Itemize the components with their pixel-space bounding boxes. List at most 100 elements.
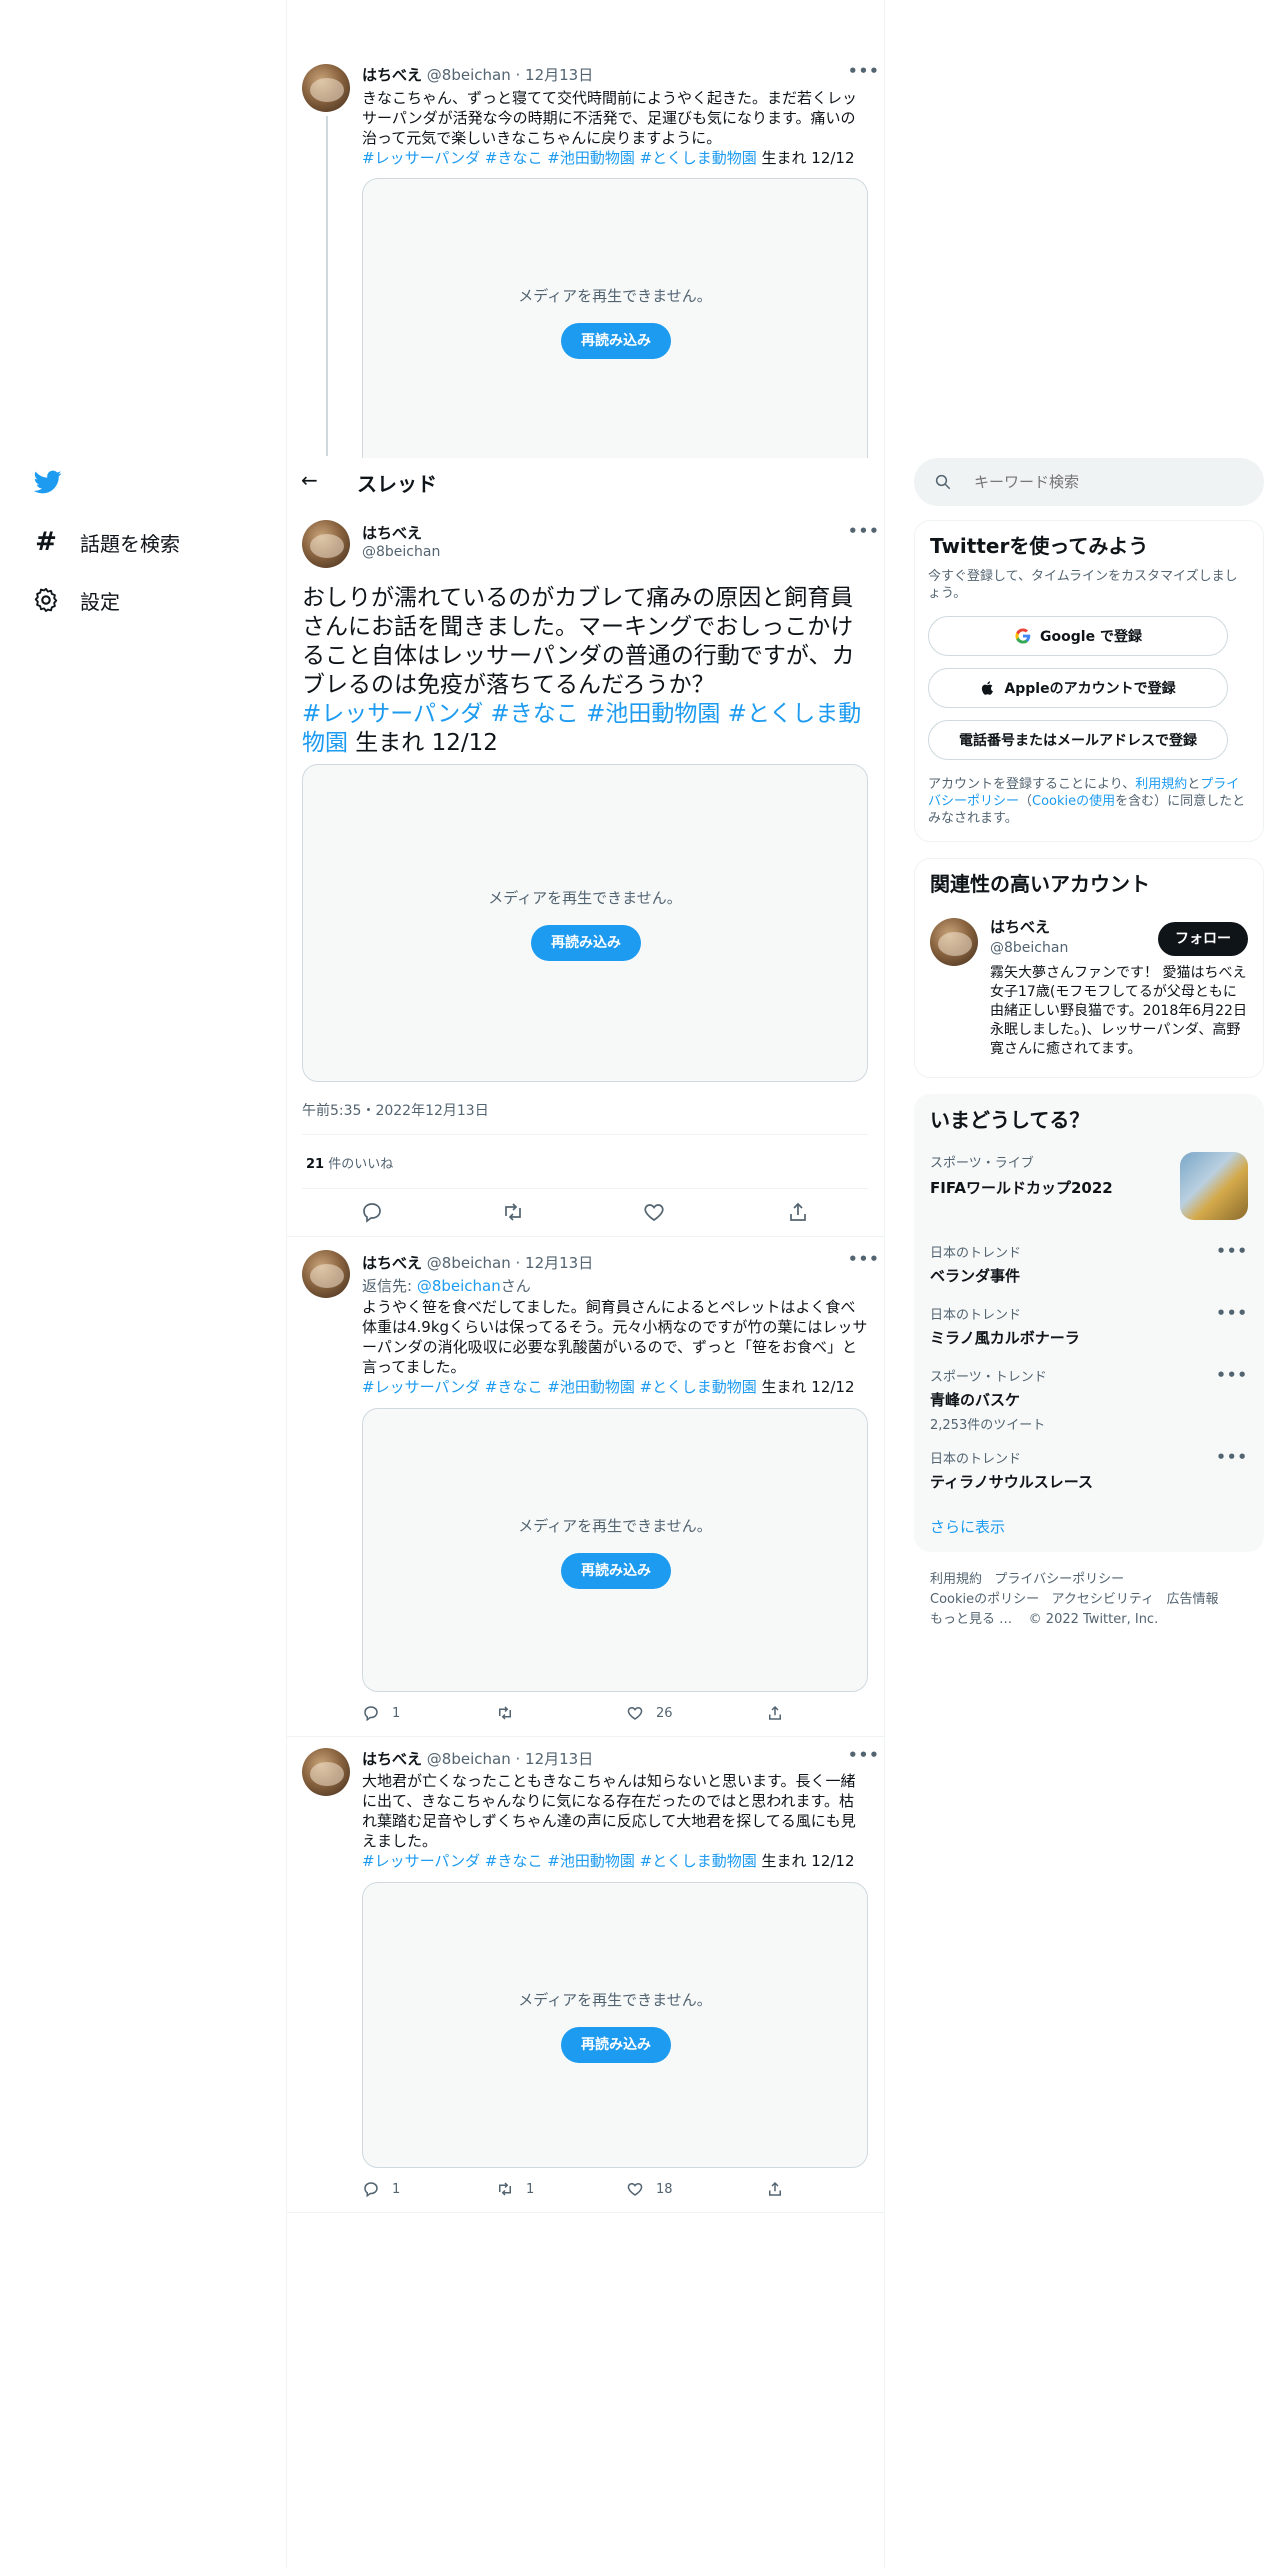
like-button[interactable]: 26: [626, 1704, 673, 1722]
twitter-bird-icon: [33, 470, 62, 494]
retweet-button[interactable]: [496, 1704, 526, 1722]
hashtag-links[interactable]: #レッサーパンダ #きなこ #池田動物園 #とくしま動物園: [362, 1852, 757, 1870]
more-icon[interactable]: •••: [1216, 1448, 1248, 1466]
tweet-header: はちべえ @8beichan · 12月13日: [362, 1748, 593, 1769]
reply-to-link[interactable]: @8beichan: [417, 1277, 501, 1295]
reload-button[interactable]: 再読み込み: [531, 925, 641, 961]
column-divider-right: [884, 0, 885, 2568]
terms-link[interactable]: 利用規約: [1135, 777, 1187, 792]
hashtag-links[interactable]: #レッサーパンダ #きなこ #池田動物園 #とくしま動物園: [362, 149, 757, 167]
more-icon[interactable]: •••: [1216, 1304, 1248, 1322]
reply-button[interactable]: 1: [362, 1704, 400, 1722]
more-icon[interactable]: •••: [848, 522, 880, 540]
avatar[interactable]: [302, 64, 350, 112]
signup-legal: アカウントを登録することにより、利用規約とプライバシーポリシー（Cookieの使…: [928, 776, 1248, 827]
footer: 利用規約 プライバシーポリシー Cookieのポリシー アクセシビリティ 広告情…: [930, 1570, 1260, 1630]
reply-action-bar: 1 26: [362, 1704, 868, 1726]
nav-settings[interactable]: 設定: [32, 582, 120, 618]
share-button[interactable]: [766, 1704, 784, 1726]
retweet-icon: [499, 1706, 511, 1720]
trend-item[interactable]: スポーツ・ライブ FIFAワールドカップ2022: [930, 1152, 1248, 1226]
more-icon[interactable]: •••: [1216, 1242, 1248, 1260]
google-logo-icon: [1015, 628, 1031, 644]
retweet-button[interactable]: 1: [496, 2180, 534, 2198]
tweet-date[interactable]: · 12月13日: [516, 1254, 594, 1272]
footer-accessibility-link[interactable]: アクセシビリティ: [1052, 1592, 1155, 1607]
tweet-tail: 生まれ 12/12: [756, 1378, 855, 1396]
more-icon[interactable]: •••: [1216, 1366, 1248, 1384]
reply-button[interactable]: 1: [362, 2180, 400, 2198]
trend-item[interactable]: 日本のトレンド ティラノサウルスレース •••: [930, 1448, 1248, 1498]
author-name[interactable]: はちべえ: [362, 66, 422, 84]
share-icon: [769, 2181, 781, 2196]
thread-line: [326, 116, 328, 456]
footer-more-link[interactable]: もっと見る …: [930, 1612, 1012, 1627]
related-account-handle[interactable]: @8beichan: [990, 940, 1068, 956]
trend-item[interactable]: 日本のトレンド ベランダ事件 •••: [930, 1242, 1248, 1292]
tweet-body: 大地君が亡くなったこともきなこちゃんは知らないと思います。長く一緒に出て、きなこ…: [362, 1772, 856, 1850]
search-input[interactable]: [974, 473, 1234, 491]
trend-item[interactable]: 日本のトレンド ミラノ風カルボナーラ •••: [930, 1304, 1248, 1354]
hashtag-icon: #: [35, 527, 57, 557]
like-button[interactable]: 18: [626, 2180, 673, 2198]
more-icon[interactable]: •••: [848, 62, 880, 80]
phone-email-signup-button[interactable]: 電話番号またはメールアドレスで登録: [928, 720, 1228, 760]
footer-terms-link[interactable]: 利用規約: [930, 1572, 982, 1587]
author-name[interactable]: はちべえ: [362, 522, 422, 543]
related-account-bio: 霧矢大夢さんファンです！ 愛猫はちべえ女子17歳(モフモフしてるが父母ともに由緒…: [990, 965, 1247, 1057]
media-error-text: メディアを再生できません。: [518, 1517, 712, 1535]
footer-cookie-link[interactable]: Cookieのポリシー: [930, 1592, 1039, 1607]
trend-item[interactable]: スポーツ・トレンド 青峰のバスケ 2,253件のツイート •••: [930, 1366, 1248, 1433]
tweet-tail: 生まれ 12/12: [756, 149, 855, 167]
trend-context: 日本のトレンド: [930, 1308, 1022, 1323]
footer-privacy-link[interactable]: プライバシーポリシー: [994, 1572, 1124, 1587]
hashtag-links[interactable]: #レッサーパンダ #きなこ #池田動物園 #とくしま動物園: [362, 1378, 757, 1396]
reload-button[interactable]: 再読み込み: [561, 323, 671, 359]
nav-explore[interactable]: # 話題を検索: [32, 524, 180, 560]
apple-signup-button[interactable]: Appleのアカウントで登録: [928, 668, 1228, 708]
related-title: 関連性の高いアカウント: [930, 872, 1150, 896]
reply-icon[interactable]: [360, 1200, 384, 1224]
share-icon[interactable]: [786, 1200, 810, 1224]
more-icon[interactable]: •••: [848, 1746, 880, 1764]
back-arrow-icon[interactable]: ←: [301, 468, 318, 492]
author-handle[interactable]: @8beichan: [427, 66, 511, 84]
follow-button[interactable]: フォロー: [1158, 922, 1248, 956]
author-handle[interactable]: @8beichan: [427, 1750, 511, 1768]
author-handle[interactable]: @8beichan: [362, 544, 440, 560]
author-name[interactable]: はちべえ: [362, 1254, 422, 1272]
search-box[interactable]: [914, 458, 1264, 506]
avatar[interactable]: [930, 918, 978, 966]
share-button[interactable]: [766, 2180, 784, 2202]
heart-icon[interactable]: [642, 1200, 666, 1224]
footer-copyright: © 2022 Twitter, Inc.: [1028, 1612, 1159, 1627]
reload-button[interactable]: 再読み込み: [561, 2027, 671, 2063]
author-name[interactable]: はちべえ: [362, 1750, 422, 1768]
tweet-timestamp[interactable]: 午前5:35・2022年12月13日: [302, 1100, 489, 1120]
twitter-home-link[interactable]: [32, 468, 64, 500]
media-error-text: メディアを再生できません。: [488, 889, 682, 907]
google-signup-button[interactable]: Google で登録: [928, 616, 1228, 656]
gear-icon: [34, 587, 58, 613]
trend-context: 日本のトレンド: [930, 1452, 1022, 1467]
more-icon[interactable]: •••: [848, 1250, 880, 1268]
likes-summary[interactable]: 21 件のいいね: [306, 1153, 393, 1172]
likes-label: 件のいいね: [324, 1157, 394, 1172]
tweet-date[interactable]: · 12月13日: [516, 1750, 594, 1768]
tweet-date[interactable]: · 12月13日: [516, 66, 594, 84]
cookie-link[interactable]: Cookieの使用: [1032, 794, 1115, 809]
divider: [302, 1188, 868, 1189]
retweet-icon[interactable]: [501, 1200, 525, 1224]
avatar[interactable]: [302, 1748, 350, 1796]
avatar[interactable]: [302, 1250, 350, 1298]
tweet-header: はちべえ @8beichan · 12月13日: [362, 1252, 593, 1273]
author-handle[interactable]: @8beichan: [427, 1254, 511, 1272]
footer-ads-link[interactable]: 広告情報: [1167, 1592, 1219, 1607]
avatar[interactable]: [302, 520, 350, 568]
show-more-link[interactable]: さらに表示: [930, 1516, 1005, 1537]
trend-tweet-count: 2,253件のツイート: [930, 1418, 1046, 1433]
related-account-name[interactable]: はちべえ: [990, 916, 1050, 937]
reload-button[interactable]: 再読み込み: [561, 1553, 671, 1589]
media-error-text: メディアを再生できません。: [518, 287, 712, 305]
reply-action-bar: 1 1 18: [362, 2180, 868, 2202]
